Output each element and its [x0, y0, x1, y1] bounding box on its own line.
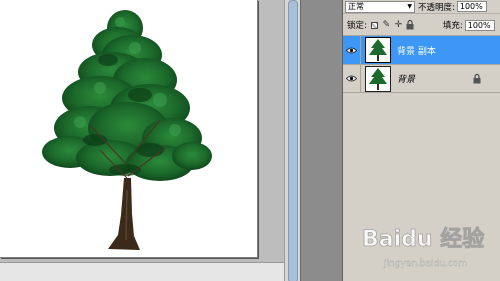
lock-transparent-pixels-icon[interactable] [369, 20, 380, 31]
fill-input[interactable]: 100% [464, 19, 495, 31]
document-canvas[interactable] [0, 0, 258, 258]
lock-row: 锁定: ✎ ✛ 填充: 100% [343, 16, 500, 34]
vertical-scrollbar[interactable] [284, 0, 300, 281]
panel-dock-gap [300, 0, 342, 281]
blend-row: 正常 ▼ 不透明度: 100% [343, 0, 500, 14]
watermark-text: Baidu 经验 [362, 226, 484, 252]
opacity-label: 不透明度: [418, 2, 455, 13]
horizontal-scrollbar[interactable] [0, 262, 284, 281]
layer-name[interactable]: 背景 [397, 72, 415, 85]
lock-label: 锁定: [347, 21, 367, 31]
padlock-icon [473, 74, 481, 87]
watermark-url: jingyan.baidu.com [383, 259, 467, 269]
eye-icon[interactable] [343, 64, 361, 93]
baidu-jingyan-watermark: Baidu 经验 jingyan.baidu.com [358, 214, 498, 274]
layer-thumbnail [365, 65, 391, 92]
layer-row-background-copy[interactable]: 背景 副本 [343, 35, 500, 65]
fill-label: 填充: [442, 21, 463, 31]
opacity-input[interactable]: 100% [456, 1, 487, 12]
tree-image [42, 10, 212, 250]
move-icon[interactable]: ✛ [393, 20, 404, 31]
layer-thumbnail [365, 37, 391, 63]
padlock-icon[interactable] [405, 20, 416, 31]
document-workspace [0, 0, 300, 281]
eye-icon[interactable] [343, 35, 361, 65]
layer-row-background[interactable]: 背景 [343, 64, 500, 93]
brush-icon[interactable]: ✎ [381, 20, 392, 31]
blend-mode-select[interactable]: 正常 ▼ [345, 0, 415, 13]
layer-name[interactable]: 背景 副本 [397, 44, 436, 57]
chevron-down-icon: ▼ [407, 3, 412, 10]
blend-mode-value: 正常 [348, 2, 364, 11]
